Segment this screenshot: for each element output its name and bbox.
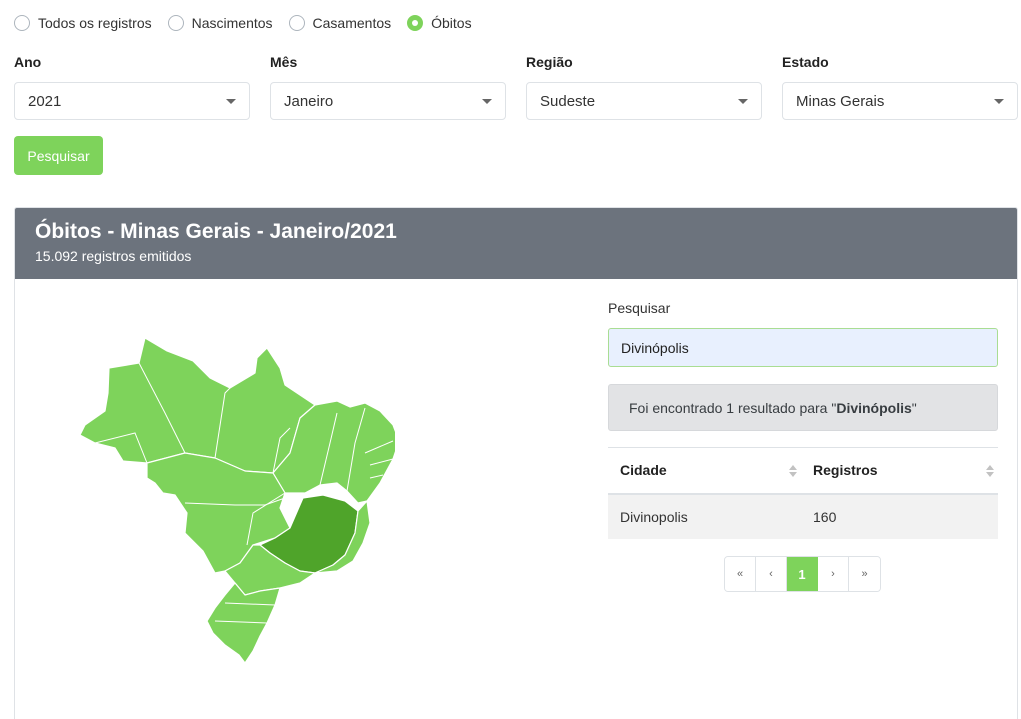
radio-label: Casamentos [312,15,392,31]
page-next[interactable]: › [818,557,849,591]
result-term: Divinópolis [836,399,912,416]
regiao-select[interactable]: Sudeste [526,82,762,120]
radio-obitos[interactable]: Óbitos [407,15,472,31]
record-type-group: Todos os registros Nascimentos Casamento… [14,15,488,31]
brazil-map [79,337,395,664]
search-panel: Pesquisar Divinópolis Foi encontrado 1 r… [608,300,998,592]
radio-casamentos[interactable]: Casamentos [288,15,392,31]
filter-mes: Mês Janeiro [270,54,506,120]
radio-circle[interactable] [288,15,305,31]
radio-label: Todos os registros [38,15,152,31]
card-title: Óbitos - Minas Gerais - Janeiro/2021 [35,220,397,243]
cell-registros: 160 [801,493,998,539]
radio-circle-checked[interactable] [407,15,424,31]
page-current[interactable]: 1 [787,557,818,591]
result-text-suffix: " [911,399,917,416]
radio-circle[interactable] [14,15,30,31]
radio-todos[interactable]: Todos os registros [14,15,152,31]
result-text-prefix: Foi encontrado 1 resultado para " [629,399,837,416]
chevron-down-icon [482,98,492,104]
results-table: Cidade Registros Divinopolis 160 [608,447,998,539]
mes-select-value: Janeiro [284,92,334,110]
page-prev[interactable]: ‹ [756,557,787,591]
page-last[interactable]: » [849,557,880,591]
radio-label: Óbitos [431,15,472,31]
mes-select[interactable]: Janeiro [270,82,506,120]
estado-select[interactable]: Minas Gerais [782,82,1018,120]
chevron-down-icon [738,98,748,104]
filter-label-ano: Ano [14,54,42,70]
cell-cidade: Divinopolis [608,493,801,539]
radio-label: Nascimentos [191,15,273,31]
column-header-label: Registros [813,462,878,479]
pagination: « ‹ 1 › » [724,556,881,592]
filter-regiao: Região Sudeste [526,54,762,120]
column-header-cidade[interactable]: Cidade [608,447,801,495]
card-header: Óbitos - Minas Gerais - Janeiro/2021 15.… [15,208,1017,279]
ano-select[interactable]: 2021 [14,82,250,120]
filter-label-estado: Estado [782,54,829,70]
sort-icon[interactable] [986,465,994,477]
search-button[interactable]: Pesquisar [14,136,103,175]
state-south-region[interactable] [206,582,281,664]
card-subtitle: 15.092 registros emitidos [35,248,192,264]
city-search-input[interactable]: Divinópolis [608,328,998,367]
sort-icon[interactable] [789,465,797,477]
filter-label-regiao: Região [526,54,573,70]
result-alert: Foi encontrado 1 resultado para " Divinóp… [608,384,998,431]
column-header-registros[interactable]: Registros [801,447,998,495]
search-label: Pesquisar [608,300,671,316]
filter-label-mes: Mês [270,54,298,70]
page-first[interactable]: « [725,557,756,591]
state-north-region[interactable] [79,337,316,474]
regiao-select-value: Sudeste [540,92,596,110]
table-row: Divinopolis 160 [608,493,998,539]
radio-nascimentos[interactable]: Nascimentos [167,15,273,31]
chevron-down-icon [994,98,1004,104]
ano-select-value: 2021 [28,92,62,110]
filter-estado: Estado Minas Gerais [782,54,1018,120]
estado-select-value: Minas Gerais [796,92,885,110]
column-header-label: Cidade [620,462,667,479]
chevron-down-icon [226,98,236,104]
results-card: Óbitos - Minas Gerais - Janeiro/2021 15.… [14,207,1018,719]
filter-ano: Ano 2021 [14,54,250,120]
radio-circle[interactable] [167,15,184,31]
